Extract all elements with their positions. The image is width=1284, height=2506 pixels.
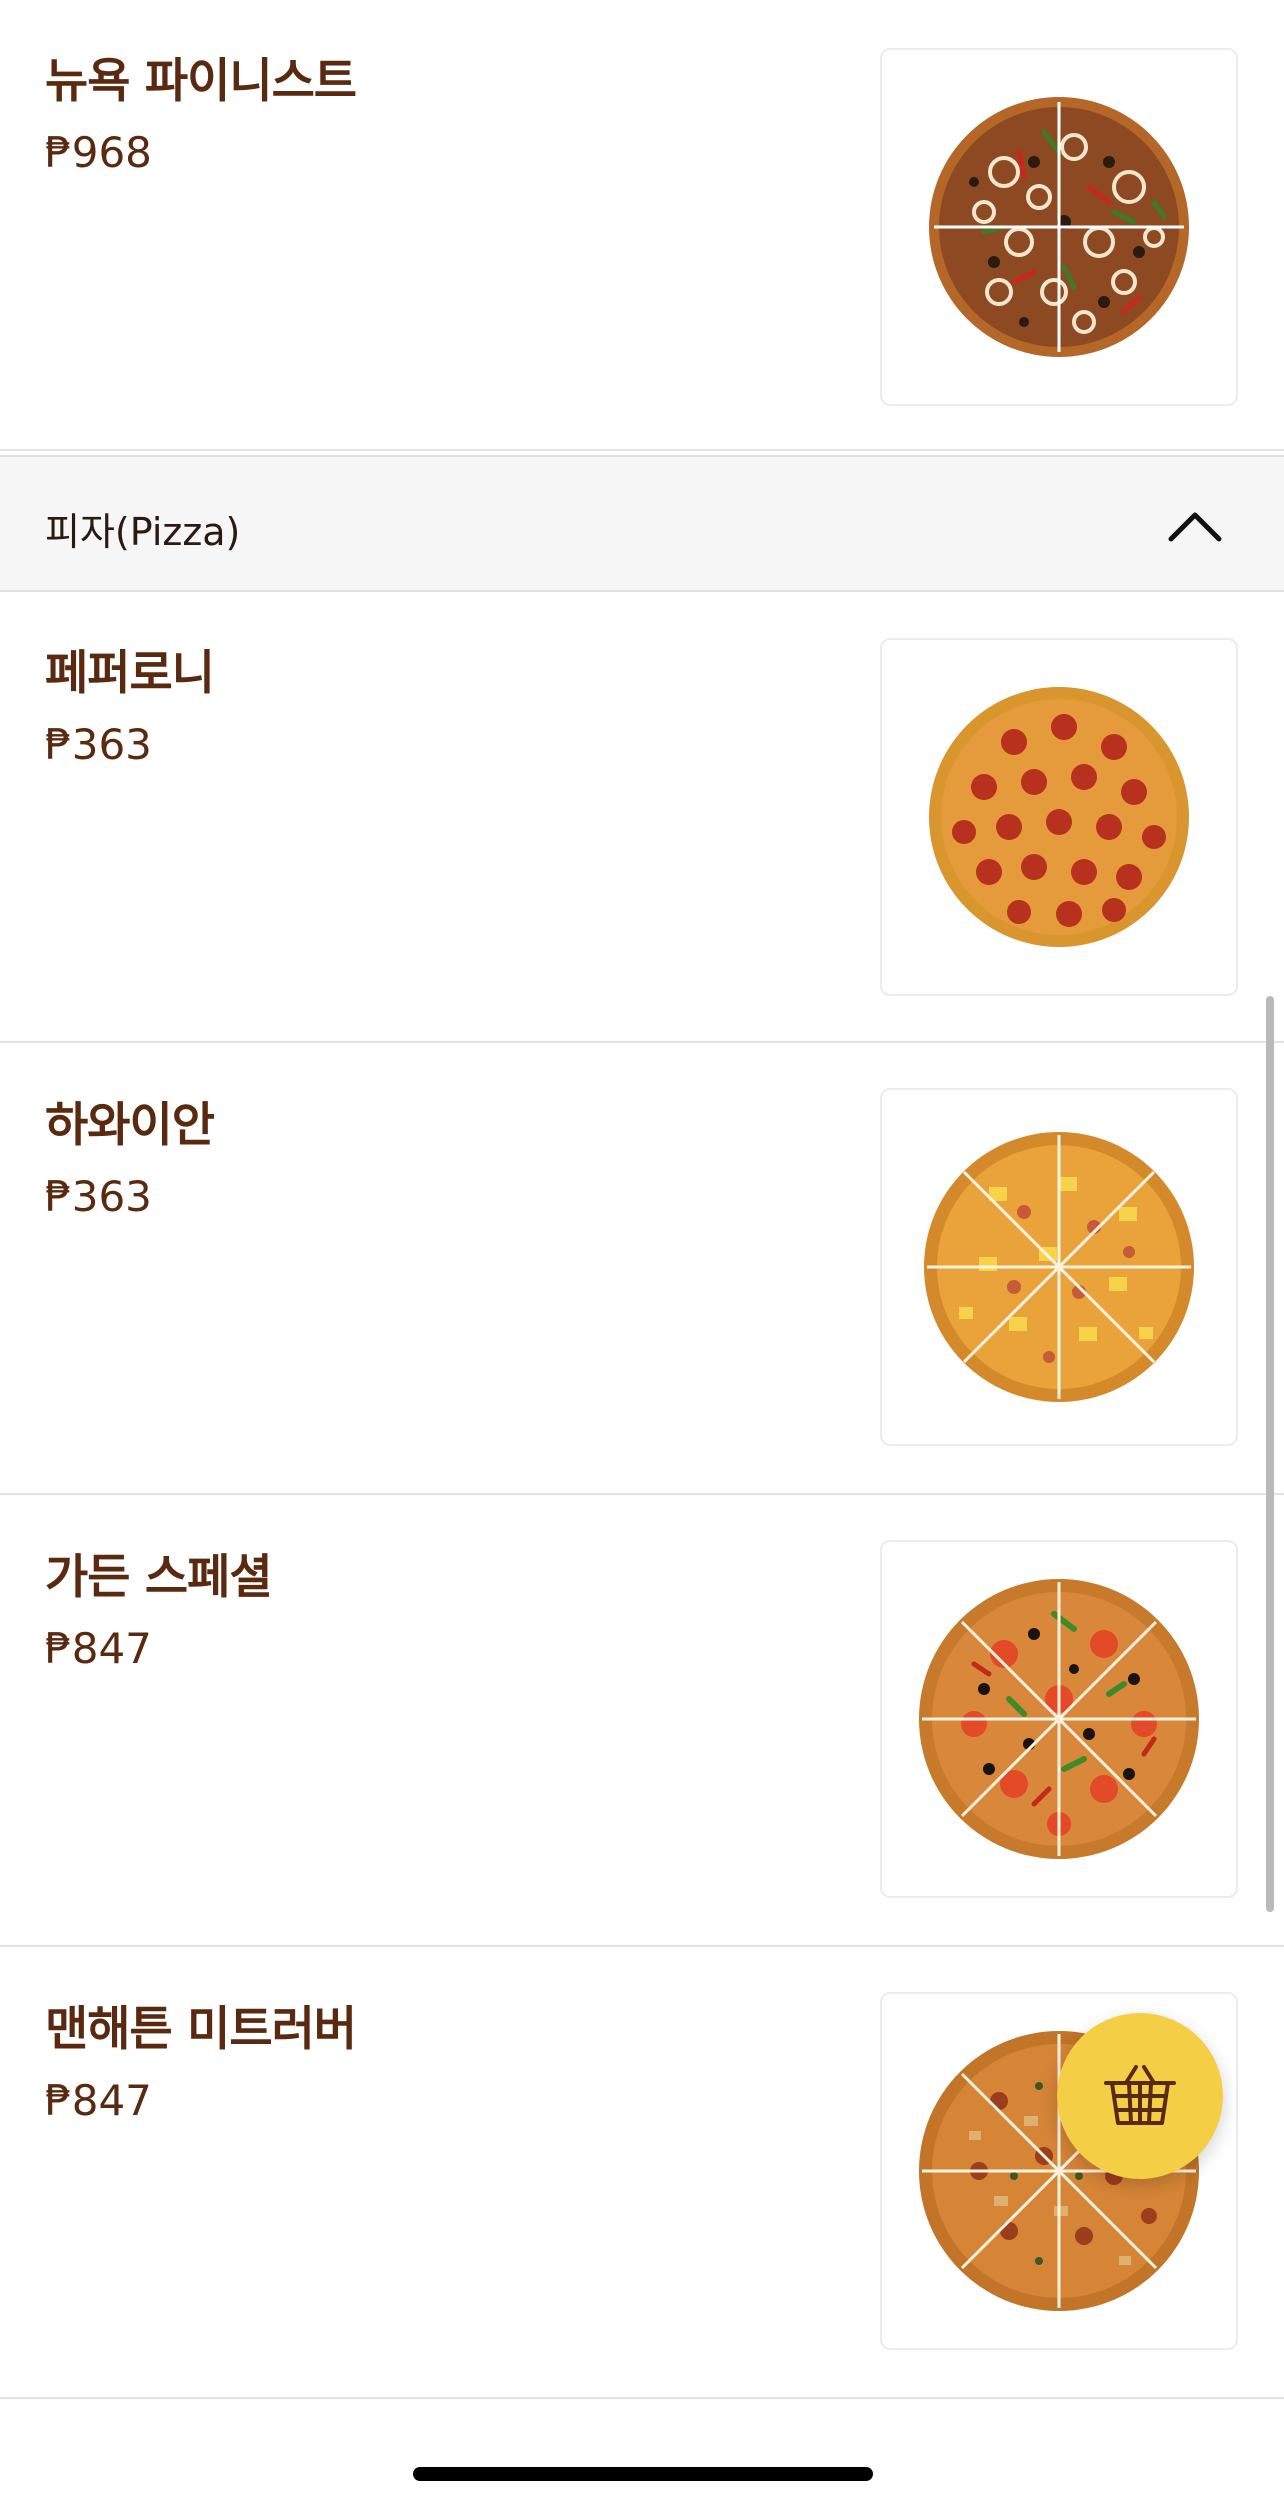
item-price: ₱847 xyxy=(45,2076,152,2125)
item-price: ₱968 xyxy=(45,128,152,177)
item-name: 가든 스페셜 xyxy=(45,1550,273,1605)
menu-item-new-york-finest[interactable]: 뉴욕 파이니스트 ₱968 xyxy=(0,0,1284,451)
menu-screen: 뉴욕 파이니스트 ₱968 피자(Pizza) 페퍼로니 ₱363 하와이안 ₱… xyxy=(0,0,1284,2506)
menu-item-hawaiian[interactable]: 하와이안 ₱363 xyxy=(0,1044,1284,1495)
menu-item-pepperoni[interactable]: 페퍼로니 ₱363 xyxy=(0,592,1284,1043)
item-thumbnail[interactable] xyxy=(880,48,1238,406)
scrollbar-thumb[interactable] xyxy=(1266,996,1274,1912)
item-price: ₱847 xyxy=(45,1624,152,1673)
home-indicator[interactable] xyxy=(413,2467,873,2481)
chevron-up-icon[interactable] xyxy=(1165,497,1225,553)
item-name: 맨해튼 미트러버 xyxy=(45,2002,357,2057)
item-name: 페퍼로니 xyxy=(45,646,215,701)
garden-special-pizza-image xyxy=(919,1579,1199,1859)
hawaiian-pizza-image xyxy=(924,1132,1194,1402)
new-york-finest-pizza-image xyxy=(929,97,1189,357)
menu-item-manhattan-meatlovers[interactable]: 맨해튼 미트러버 ₱847 xyxy=(0,1948,1284,2399)
category-header-pizza[interactable]: 피자(Pizza) xyxy=(0,455,1284,592)
cart-button[interactable] xyxy=(1057,2013,1223,2179)
item-price: ₱363 xyxy=(45,720,152,769)
basket-icon xyxy=(1104,2065,1176,2125)
item-thumbnail[interactable] xyxy=(880,638,1238,996)
menu-item-garden-special[interactable]: 가든 스페셜 ₱847 xyxy=(0,1496,1284,1947)
item-name: 뉴욕 파이니스트 xyxy=(45,54,357,109)
item-thumbnail[interactable] xyxy=(880,1088,1238,1446)
item-price: ₱363 xyxy=(45,1172,152,1221)
item-name: 하와이안 xyxy=(45,1098,215,1153)
pepperoni-pizza-image xyxy=(929,687,1189,947)
category-label: 피자(Pizza) xyxy=(45,510,241,554)
item-thumbnail[interactable] xyxy=(880,1540,1238,1898)
